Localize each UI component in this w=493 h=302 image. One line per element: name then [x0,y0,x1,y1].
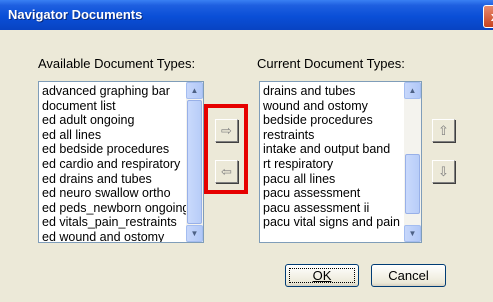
list-item[interactable]: advanced graphing bar [42,84,189,99]
current-document-types-list[interactable]: drains and tubes wound and ostomy bedside … [259,81,422,243]
list-item[interactable]: ed vitals_pain_restraints [42,215,189,230]
list-item[interactable]: ed neuro swallow ortho [42,186,189,201]
scroll-down-icon[interactable]: ▼ [186,225,203,242]
available-document-types-list[interactable]: advanced graphing bar document list ed adu… [38,81,204,243]
scroll-up-icon[interactable]: ▲ [404,82,421,99]
list-item[interactable]: pacu all lines [263,172,400,187]
scroll-thumb[interactable] [405,154,420,214]
list-item[interactable]: wound and ostomy [263,99,400,114]
list-item[interactable]: ed peds_newborn ongoing [42,201,189,216]
available-list-scrollbar[interactable]: ▲ ▼ [186,82,203,242]
navigator-documents-dialog: Navigator Documents x Available Document… [0,0,493,302]
list-item[interactable]: rt respiratory [263,157,400,172]
list-item[interactable]: pacu assessment ii [263,201,400,216]
current-items: drains and tubes wound and ostomy bedside … [263,84,400,230]
add-document-button[interactable]: ⇨ [215,119,238,142]
current-list-scrollbar[interactable]: ▲ ▼ [404,82,421,242]
arrow-left-icon: ⇦ [221,164,232,179]
list-item[interactable]: ed cardio and respiratory [42,157,189,172]
list-item[interactable]: bedside procedures [263,113,400,128]
current-document-types-label: Current Document Types: [257,56,405,71]
list-item[interactable]: ed adult ongoing [42,113,189,128]
list-item[interactable]: ed drains and tubes [42,172,189,187]
move-up-button[interactable]: ⇧ [432,119,455,142]
list-item[interactable]: intake and output band [263,142,400,157]
list-item[interactable]: ed wound and ostomy [42,230,189,242]
list-item[interactable]: drains and tubes [263,84,400,99]
move-down-button[interactable]: ⇩ [432,160,455,183]
list-item[interactable]: ed bedside procedures [42,142,189,157]
list-item[interactable]: pacu vital signs and pain [263,215,400,230]
list-item[interactable]: ed all lines [42,128,189,143]
arrow-up-icon: ⇧ [438,123,449,138]
list-item[interactable]: document list [42,99,189,114]
scroll-thumb[interactable] [187,100,202,224]
cancel-button[interactable]: Cancel [371,264,446,287]
scroll-up-icon[interactable]: ▲ [186,82,203,99]
list-item[interactable]: restraints [263,128,400,143]
list-item[interactable]: pacu assessment [263,186,400,201]
arrow-down-icon: ⇩ [438,164,449,179]
title-bar[interactable]: Navigator Documents x [0,0,493,30]
remove-document-button[interactable]: ⇦ [215,160,238,183]
arrow-right-icon: ⇨ [221,123,232,138]
close-button[interactable]: x [483,5,493,28]
ok-button[interactable]: OK [285,264,359,287]
window-title: Navigator Documents [8,7,143,22]
cancel-button-label: Cancel [388,268,429,283]
scroll-down-icon[interactable]: ▼ [404,225,421,242]
available-document-types-label: Available Document Types: [38,56,196,71]
focus-ring [289,268,355,283]
available-items: advanced graphing bar document list ed adu… [42,84,189,242]
